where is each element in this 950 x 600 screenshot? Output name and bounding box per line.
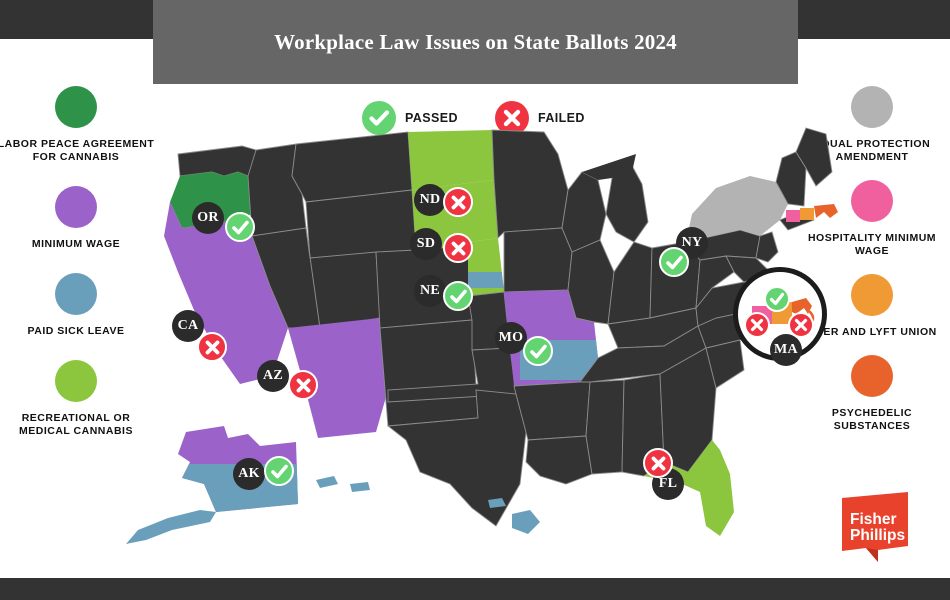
legend-color-swatch bbox=[55, 273, 97, 315]
bottom-bar bbox=[0, 578, 950, 600]
state-wyoming bbox=[305, 189, 417, 259]
state-iowa bbox=[503, 227, 573, 293]
result-icon-failed bbox=[443, 233, 473, 263]
state-alaska-islands bbox=[316, 476, 370, 492]
state-washington bbox=[177, 145, 261, 177]
result-icon-failed bbox=[288, 370, 318, 400]
state-abbr-badge: OR bbox=[192, 202, 224, 234]
legend-color-swatch bbox=[851, 355, 893, 397]
state-north-dakota bbox=[408, 130, 494, 190]
state-mississippi bbox=[585, 379, 625, 475]
title-panel: Workplace Law Issues on State Ballots 20… bbox=[153, 0, 798, 84]
state-abbr-badge: NE bbox=[414, 275, 446, 307]
state-arkansas bbox=[513, 381, 591, 441]
legend-color-swatch bbox=[55, 360, 97, 402]
state-louisiana bbox=[525, 435, 593, 485]
legend-color-swatch bbox=[851, 180, 893, 222]
state-minnesota bbox=[491, 129, 569, 240]
legend-color-swatch bbox=[55, 186, 97, 228]
legend-color-swatch bbox=[851, 274, 893, 316]
legend-item-label: MINIMUM WAGE bbox=[31, 238, 121, 250]
state-massachusetts-uber-marker bbox=[800, 208, 814, 220]
logo-line-1: Fisher bbox=[850, 511, 897, 528]
inset-result-icon-failed-hospitality bbox=[744, 312, 770, 338]
result-icon-passed bbox=[443, 281, 473, 311]
state-new-mexico bbox=[379, 319, 479, 427]
fisher-phillips-logo[interactable]: Fisher Phillips bbox=[838, 492, 912, 564]
state-alaska-aleutians bbox=[126, 510, 216, 544]
legend-color-swatch bbox=[851, 86, 893, 128]
result-icon-passed bbox=[659, 247, 689, 277]
legend-item-label: PAID SICK LEAVE bbox=[27, 325, 125, 337]
logo-line-2: Phillips bbox=[850, 527, 905, 544]
key-failed-label: FAILED bbox=[538, 111, 585, 125]
state-abbr-badge: MA bbox=[770, 334, 802, 366]
state-abbr-badge: ND bbox=[414, 184, 446, 216]
key-failed: FAILED bbox=[495, 101, 585, 135]
inset-result-icon-failed-psychedelic bbox=[788, 312, 814, 338]
state-illinois bbox=[567, 239, 615, 325]
page-title: Workplace Law Issues on State Ballots 20… bbox=[274, 29, 677, 54]
inset-result-icon-passed bbox=[764, 286, 790, 312]
check-circle-icon bbox=[362, 101, 396, 135]
legend-item-label: UBER AND LYFT UNION bbox=[807, 326, 937, 338]
legend-color-swatch bbox=[55, 86, 97, 128]
massachusetts-inset[interactable]: MA bbox=[733, 267, 827, 366]
state-montana bbox=[291, 131, 413, 203]
result-icon-failed bbox=[197, 332, 227, 362]
result-icon-failed bbox=[643, 448, 673, 478]
key-passed: PASSED bbox=[362, 101, 458, 135]
state-massachusetts-hospitality-marker bbox=[786, 210, 800, 222]
result-icon-passed bbox=[523, 336, 553, 366]
key-passed-label: PASSED bbox=[405, 111, 458, 125]
state-abbr-badge: AK bbox=[233, 458, 265, 490]
state-indiana bbox=[607, 241, 653, 325]
state-abbr-badge: SD bbox=[410, 228, 442, 260]
result-icon-passed bbox=[264, 456, 294, 486]
result-icon-passed bbox=[225, 212, 255, 242]
state-abbr-badge: AZ bbox=[257, 360, 289, 392]
result-icon-failed bbox=[443, 187, 473, 217]
